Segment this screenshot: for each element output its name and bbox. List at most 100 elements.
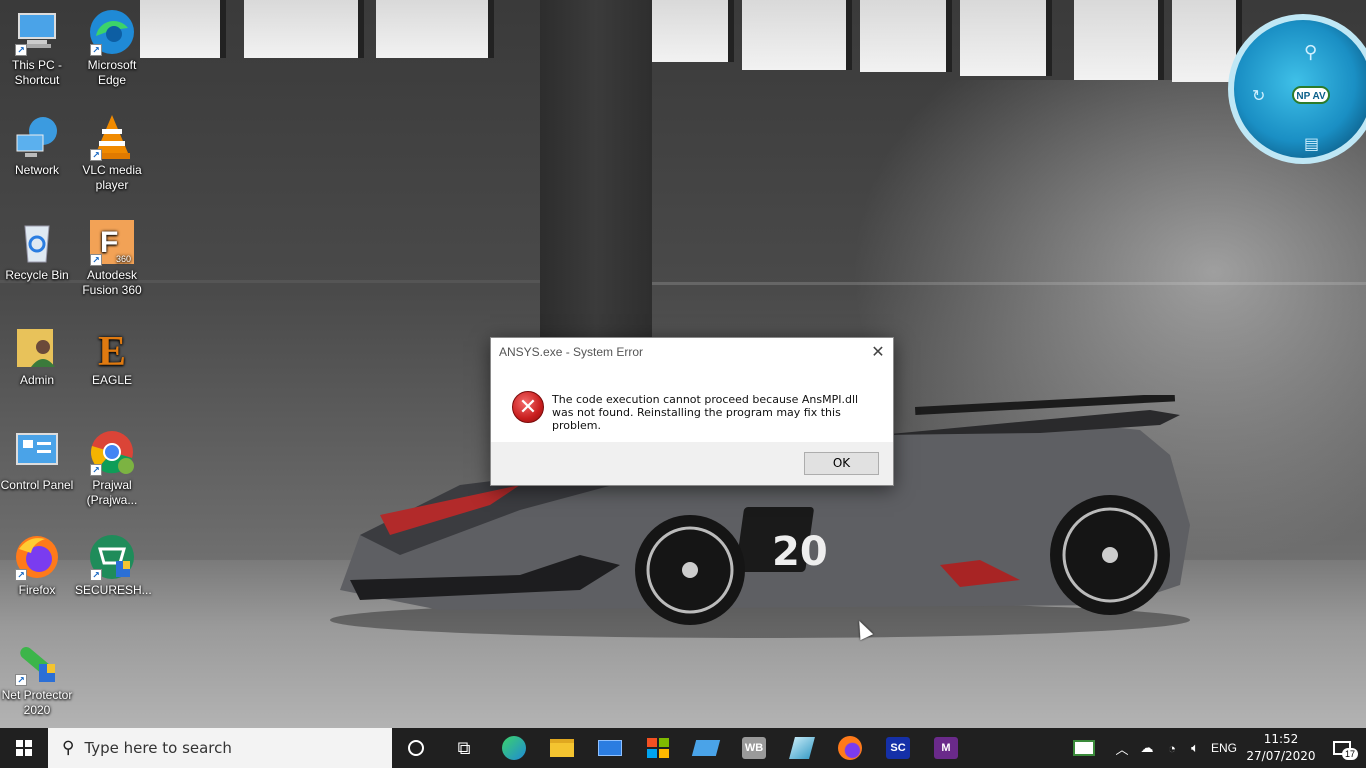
eagle-icon: E <box>88 323 136 375</box>
taskbar-task-view[interactable]: ⧉ <box>440 728 488 768</box>
desktop-icon-net-protector[interactable]: ↗ Net Protector 2020 <box>0 638 74 718</box>
network-icon <box>13 113 61 161</box>
firefox-icon: ↗ <box>13 533 61 581</box>
dialog-title: ANSYS.exe - System Error <box>499 345 644 359</box>
task-view-icon: ⧉ <box>457 737 471 758</box>
taskbar-firefox[interactable] <box>826 728 874 768</box>
desktop-icon-label: Microsoft Edge <box>87 58 137 87</box>
car-number: 20 <box>772 529 828 575</box>
folder-icon <box>550 739 574 757</box>
desktop-icon-this-pc[interactable]: ↗ This PC - Shortcut <box>0 8 74 88</box>
onedrive-tray[interactable]: ☁ <box>1136 728 1158 768</box>
clock-time: 11:52 <box>1263 732 1299 746</box>
desktop-icon-firefox[interactable]: ↗ Firefox <box>0 533 74 598</box>
spaceclaim-icon: SC <box>886 737 910 759</box>
tray-news-widget[interactable] <box>1068 728 1100 768</box>
antivirus-gadget[interactable]: ⚲ ↻ ▤ NP AV <box>1228 14 1366 164</box>
close-icon: ✕ <box>871 344 885 361</box>
secure-shopping-icon: ↗ <box>88 533 136 581</box>
firefox-icon <box>838 736 862 760</box>
taskbar-pc-app[interactable] <box>682 728 730 768</box>
vlc-icon: ↗ <box>88 113 136 161</box>
search-placeholder: Type here to search <box>84 739 232 757</box>
gadget-icon <box>789 737 815 759</box>
taskbar-spaceclaim[interactable]: SC <box>874 728 922 768</box>
taskbar-mechanical[interactable]: M <box>922 728 970 768</box>
ok-button[interactable]: OK <box>804 452 879 475</box>
speaker-icon: 🔈︎ <box>1191 740 1199 755</box>
news-icon <box>1073 740 1095 756</box>
network-tray[interactable]: ◔ <box>1160 728 1184 768</box>
taskbar: ⚲ Type here to search ⧉ WB SC M ︿ ☁ ◔ 🔈︎… <box>0 728 1366 768</box>
svg-text:E: E <box>98 329 126 371</box>
desktop-icon-label: Firefox <box>18 583 56 597</box>
refresh-icon[interactable]: ↻ <box>1252 86 1265 106</box>
cortana-icon <box>408 740 424 756</box>
mail-icon <box>598 740 622 756</box>
windows-logo-icon <box>16 740 32 756</box>
search-icon: ⚲ <box>62 738 75 757</box>
desktop-icon-label: Prajwal (Prajwa... <box>86 478 138 507</box>
search-icon[interactable]: ⚲ <box>1304 42 1317 63</box>
edge-icon: ↗ <box>88 8 136 56</box>
desktop-icon-label: Control Panel <box>0 478 74 492</box>
desktop-icon-control-panel[interactable]: Control Panel <box>0 428 74 493</box>
show-hidden-icons-button[interactable]: ︿ <box>1112 728 1132 768</box>
taskbar-mail[interactable] <box>586 728 634 768</box>
desktop-icon-eagle[interactable]: E EAGLE <box>75 323 149 388</box>
desktop-icon-label: Autodesk Fusion 360 <box>82 268 142 297</box>
error-icon: ✕ <box>512 391 544 423</box>
chevron-up-icon: ︿ <box>1115 741 1129 757</box>
taskbar-file-explorer[interactable] <box>538 728 586 768</box>
edge-icon <box>502 736 526 760</box>
desktop-icon-network[interactable]: Network <box>0 113 74 178</box>
clock-date: 27/07/2020 <box>1246 749 1316 763</box>
cloud-icon: ☁ <box>1140 740 1154 755</box>
report-icon[interactable]: ▤ <box>1304 134 1319 154</box>
taskbar-gadget-app[interactable] <box>778 728 826 768</box>
desktop-icon-label: Admin <box>19 373 54 387</box>
language-indicator[interactable]: ENG <box>1208 728 1240 768</box>
wifi-icon: ◔ <box>1168 740 1176 756</box>
desktop-icon-label: This PC - Shortcut <box>11 58 62 87</box>
desktop-icon-secure-shopping[interactable]: ↗ SECURESH... <box>75 533 152 598</box>
desktop-icon-label: Recycle Bin <box>5 268 69 282</box>
store-icon <box>647 738 669 758</box>
volume-tray[interactable]: 🔈︎ <box>1184 728 1206 768</box>
taskbar-search-box[interactable]: ⚲ Type here to search <box>48 728 392 768</box>
recycle-bin-icon <box>13 218 61 266</box>
net-protector-icon: ↗ <box>13 638 61 686</box>
desktop-icon-vlc[interactable]: ↗ VLC media player <box>75 113 149 193</box>
user-folder-icon <box>13 323 61 371</box>
taskbar-workbench[interactable]: WB <box>730 728 778 768</box>
dialog-footer: OK <box>491 442 893 485</box>
dialog-body: ✕ The code execution cannot proceed beca… <box>491 366 893 444</box>
workbench-icon: WB <box>742 737 766 759</box>
desktop-icon-label: SECURESH... <box>75 583 152 597</box>
mechanical-icon: M <box>934 737 958 759</box>
close-button[interactable]: ✕ <box>863 338 893 366</box>
clock[interactable]: 11:52 27/07/2020 <box>1246 731 1316 765</box>
system-error-dialog: ANSYS.exe - System Error ✕ ✕ The code ex… <box>490 337 894 486</box>
desktop-icon-chrome[interactable]: ↗ Prajwal (Prajwa... <box>75 428 149 508</box>
desktop-icon-admin[interactable]: Admin <box>0 323 74 388</box>
notification-count: 17 <box>1341 748 1358 760</box>
desktop-icon-label: Network <box>14 163 59 177</box>
chrome-icon: ↗ <box>88 428 136 476</box>
desktop-icon-label: Net Protector 2020 <box>1 688 73 717</box>
desktop-icon-edge[interactable]: ↗ Microsoft Edge <box>75 8 149 88</box>
gadget-label: NP AV <box>1292 86 1330 104</box>
desktop-icon-recycle-bin[interactable]: Recycle Bin <box>0 218 74 283</box>
fusion-360-icon: F 360 ↗ <box>88 218 136 266</box>
action-center-button[interactable]: 17 <box>1324 734 1360 762</box>
dialog-titlebar[interactable]: ANSYS.exe - System Error ✕ <box>491 338 893 366</box>
control-panel-icon <box>13 428 61 476</box>
desktop-icon-fusion-360[interactable]: F 360 ↗ Autodesk Fusion 360 <box>75 218 149 298</box>
computer-icon <box>691 740 721 756</box>
language-label: ENG <box>1210 741 1237 755</box>
taskbar-store[interactable] <box>634 728 682 768</box>
start-button[interactable] <box>0 728 48 768</box>
taskbar-cortana[interactable] <box>392 728 440 768</box>
desktop-icon-label: EAGLE <box>91 373 133 387</box>
taskbar-edge[interactable] <box>490 728 538 768</box>
